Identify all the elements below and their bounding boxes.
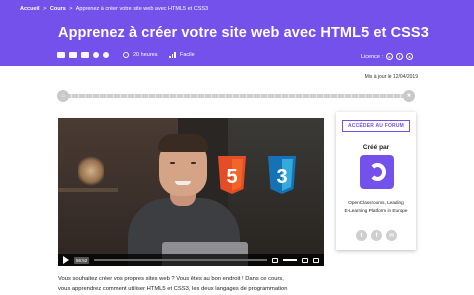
intro-line: vous apprendrez comment utiliser HTML5 e… xyxy=(58,286,288,292)
intro-line: Vous souhaitez créer vos propres sites w… xyxy=(58,276,284,282)
volume-icon[interactable] xyxy=(272,257,278,263)
facebook-icon[interactable]: f xyxy=(371,230,382,241)
video-shelf xyxy=(58,188,118,192)
course-meta: 20 heures Facile xyxy=(57,52,203,58)
licence-label: Licence : xyxy=(361,53,384,60)
licence: Licence : c i s xyxy=(361,53,414,60)
breadcrumb: Accueil > Cours > Apprenez à créer votre… xyxy=(20,6,208,12)
video-time: 56:52 xyxy=(74,256,90,264)
author-line: OpenClassrooms, Leading xyxy=(348,200,404,205)
html5-logo: 5 xyxy=(216,156,248,194)
course-intro: Vous souhaitez créer vos propres sites w… xyxy=(58,274,358,294)
breadcrumb-courses-link[interactable]: Cours xyxy=(50,6,66,12)
course-sidebar: ACCÉDER AU FORUM Créé par OpenClassrooms… xyxy=(336,112,416,250)
trophy-icon xyxy=(93,52,99,58)
difficulty-icon xyxy=(169,52,176,58)
author-line: E-Learning Platform in Europe xyxy=(344,208,408,213)
page-title: Apprenez à créer votre site web avec HTM… xyxy=(58,25,429,41)
update-date: Mis à jour le 12/04/2019 xyxy=(364,74,418,80)
breadcrumb-separator: > xyxy=(69,6,73,12)
created-by-label: Créé par xyxy=(362,144,390,151)
course-progress: ⌂ ★ xyxy=(57,90,415,102)
email-icon[interactable]: ✉ xyxy=(386,230,397,241)
video-seek-bar[interactable] xyxy=(94,259,267,261)
cc-icon[interactable]: c xyxy=(386,53,394,60)
openclassrooms-logo[interactable] xyxy=(360,155,394,189)
breadcrumb-home-link[interactable]: Accueil xyxy=(20,6,40,12)
html5-badge-number: 5 xyxy=(226,166,237,188)
text-icon xyxy=(57,52,65,58)
video-lamp xyxy=(78,156,104,186)
video-controls: 56:52 xyxy=(58,254,324,266)
quiz-icon xyxy=(81,52,89,58)
home-icon[interactable]: ⌂ xyxy=(57,90,69,102)
breadcrumb-current: Apprenez à créer votre site web avec HTM… xyxy=(75,6,209,12)
trophy-icon[interactable]: ★ xyxy=(403,90,415,102)
play-icon[interactable] xyxy=(63,256,69,264)
twitter-icon[interactable]: t xyxy=(356,230,367,241)
css3-badge-number: 3 xyxy=(276,166,287,188)
certificate-icon xyxy=(103,52,109,58)
by-icon[interactable]: i xyxy=(396,53,404,60)
forum-button[interactable]: ACCÉDER AU FORUM xyxy=(342,120,410,132)
volume-slider[interactable] xyxy=(283,259,297,261)
settings-icon[interactable] xyxy=(302,257,308,263)
fullscreen-icon[interactable] xyxy=(313,257,319,263)
css3-logo: 3 xyxy=(266,156,298,194)
share-buttons: t f ✉ xyxy=(356,230,397,241)
course-difficulty: Facile xyxy=(179,52,195,58)
video-player[interactable]: 5 3 56:52 xyxy=(58,118,324,266)
video-icon xyxy=(69,52,77,58)
course-header: Accueil > Cours > Apprenez à créer votre… xyxy=(0,0,474,66)
clock-icon xyxy=(123,52,129,58)
progress-track xyxy=(65,94,407,98)
breadcrumb-separator: > xyxy=(43,6,47,12)
author-name[interactable]: OpenClassrooms, Leading E-Learning Platf… xyxy=(339,199,413,215)
course-duration: 20 heures xyxy=(133,52,158,58)
sa-icon[interactable]: s xyxy=(406,53,414,60)
